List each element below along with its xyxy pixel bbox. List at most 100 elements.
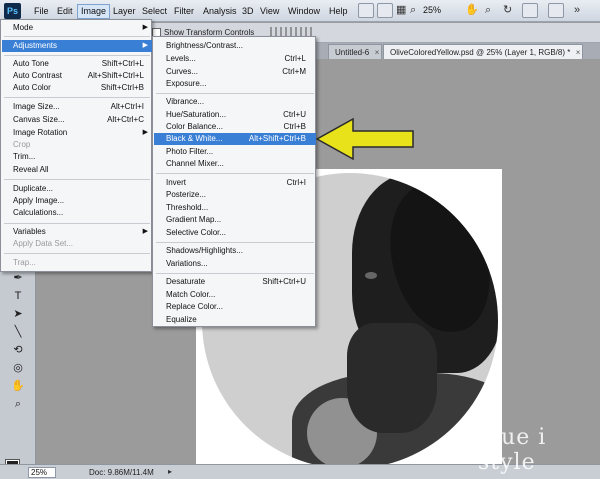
close-icon[interactable]: × bbox=[576, 45, 581, 60]
status-zoom-field[interactable]: 25% bbox=[28, 467, 56, 478]
menu-item-variables[interactable]: Variables ▶ bbox=[2, 226, 152, 238]
menu-item-image-size[interactable]: Image Size... Alt+Ctrl+I bbox=[2, 101, 152, 113]
path-selection-tool-icon[interactable]: ➤ bbox=[8, 307, 28, 322]
menu-item-match-color[interactable]: Match Color... bbox=[154, 289, 316, 301]
menu-item-apply-data-set: Apply Data Set... bbox=[2, 238, 152, 250]
menu-item-auto-tone[interactable]: Auto Tone Shift+Ctrl+L bbox=[2, 58, 152, 70]
menu-item-posterize[interactable]: Posterize... bbox=[154, 189, 316, 201]
menu-3d[interactable]: 3D bbox=[239, 4, 257, 19]
menu-item-brightness-contrast[interactable]: Brightness/Contrast... bbox=[154, 40, 316, 52]
menu-item-color-balance[interactable]: Color Balance... Ctrl+B bbox=[154, 121, 316, 133]
shortcut: Alt+Ctrl+C bbox=[107, 115, 144, 124]
menu-filter[interactable]: Filter bbox=[171, 4, 197, 19]
menu-item-calculations[interactable]: Calculations... bbox=[2, 207, 152, 219]
hand-tool-icon[interactable]: ✋ bbox=[465, 4, 479, 16]
mini-bridge-button[interactable] bbox=[377, 3, 393, 18]
menu-item-reveal-all[interactable]: Reveal All bbox=[2, 164, 152, 176]
menu-view[interactable]: View bbox=[257, 4, 282, 19]
hand-tool-icon[interactable]: ✋ bbox=[8, 379, 28, 394]
menu-item-desaturate[interactable]: Desaturate Shift+Ctrl+U bbox=[154, 276, 316, 288]
menu-window[interactable]: Window bbox=[285, 4, 323, 19]
label: Variables bbox=[13, 227, 46, 236]
label: Duplicate... bbox=[13, 184, 54, 193]
label: Trim... bbox=[13, 152, 36, 161]
photoshop-logo: Ps bbox=[4, 3, 21, 19]
label: Trap... bbox=[13, 258, 36, 267]
menu-item-trim[interactable]: Trim... bbox=[2, 151, 152, 163]
screen-mode-button[interactable] bbox=[548, 3, 564, 18]
line-tool-icon[interactable]: ╲ bbox=[8, 325, 28, 340]
menu-item-invert[interactable]: Invert Ctrl+I bbox=[154, 177, 316, 189]
arrange-documents-button[interactable] bbox=[522, 3, 538, 18]
menu-item-auto-color[interactable]: Auto Color Shift+Ctrl+B bbox=[2, 82, 152, 94]
label: Adjustments bbox=[13, 41, 58, 50]
menu-item-gradient-map[interactable]: Gradient Map... bbox=[154, 214, 316, 226]
label: Reveal All bbox=[13, 165, 49, 174]
menu-help[interactable]: Help bbox=[326, 4, 351, 19]
label: Color Balance... bbox=[166, 122, 223, 131]
menu-item-selective-color[interactable]: Selective Color... bbox=[154, 227, 316, 239]
menu-layer[interactable]: Layer bbox=[110, 4, 139, 19]
menu-item-threshold[interactable]: Threshold... bbox=[154, 202, 316, 214]
type-tool-icon[interactable]: T bbox=[8, 289, 28, 304]
label: Levels... bbox=[166, 54, 196, 63]
label: Variations... bbox=[166, 259, 208, 268]
menu-item-hue-saturation[interactable]: Hue/Saturation... Ctrl+U bbox=[154, 109, 316, 121]
shortcut: Shift+Ctrl+L bbox=[101, 59, 144, 68]
menu-item-curves[interactable]: Curves... Ctrl+M bbox=[154, 66, 316, 78]
rotate-view-icon[interactable]: ↻ bbox=[503, 4, 512, 16]
workspace-menu-icon[interactable]: » bbox=[574, 4, 580, 16]
zoom-tool-icon[interactable]: ⌕ bbox=[485, 4, 491, 16]
menu-item-auto-contrast[interactable]: Auto Contrast Alt+Shift+Ctrl+L bbox=[2, 70, 152, 82]
menu-item-replace-color[interactable]: Replace Color... bbox=[154, 301, 316, 313]
menu-select[interactable]: Select bbox=[139, 4, 170, 19]
menu-item-photo-filter[interactable]: Photo Filter... bbox=[154, 146, 316, 158]
tab-untitled-6[interactable]: Untitled-6 × bbox=[328, 44, 383, 60]
menu-item-mode[interactable]: Mode ▶ bbox=[2, 22, 152, 34]
dog-muzzle bbox=[347, 323, 437, 433]
separator bbox=[4, 97, 150, 98]
pen-tool-icon[interactable]: ✒ bbox=[8, 271, 28, 286]
bridge-button[interactable] bbox=[358, 3, 374, 18]
shortcut: Ctrl+M bbox=[282, 67, 306, 76]
label: Invert bbox=[166, 178, 187, 187]
zoom-level[interactable]: 25% bbox=[423, 5, 441, 15]
menu-item-exposure[interactable]: Exposure... bbox=[154, 78, 316, 90]
label: Desaturate bbox=[166, 277, 206, 286]
3d-orbit-tool-icon[interactable]: ◎ bbox=[8, 361, 28, 376]
menu-file[interactable]: File bbox=[31, 4, 52, 19]
menu-item-apply-image[interactable]: Apply Image... bbox=[2, 195, 152, 207]
menu-item-channel-mixer[interactable]: Channel Mixer... bbox=[154, 158, 316, 170]
separator bbox=[4, 36, 150, 37]
menu-item-canvas-size[interactable]: Canvas Size... Alt+Ctrl+C bbox=[2, 114, 152, 126]
label: Auto Tone bbox=[13, 59, 49, 68]
label: Exposure... bbox=[166, 79, 207, 88]
submenu-arrow-icon: ▶ bbox=[142, 24, 148, 31]
zoom-dropdown-icon[interactable]: ⌕ bbox=[410, 4, 416, 16]
menu-item-adjustments[interactable]: Adjustments ▶ bbox=[2, 40, 152, 52]
3d-rotate-tool-icon[interactable]: ⟲ bbox=[8, 343, 28, 358]
menu-item-crop: Crop bbox=[2, 139, 152, 151]
menu-item-duplicate[interactable]: Duplicate... bbox=[2, 183, 152, 195]
menu-item-image-rotation[interactable]: Image Rotation ▶ bbox=[2, 127, 152, 139]
tab-olive-colored-yellow[interactable]: OliveColoredYellow.psd @ 25% (Layer 1, R… bbox=[383, 44, 584, 60]
label: Apply Image... bbox=[13, 196, 65, 205]
label: Match Color... bbox=[166, 290, 216, 299]
menu-image[interactable]: Image bbox=[77, 4, 111, 19]
close-icon[interactable]: × bbox=[375, 45, 380, 60]
shortcut: Ctrl+L bbox=[284, 54, 306, 63]
shortcut: Shift+Ctrl+B bbox=[100, 83, 144, 92]
menu-item-levels[interactable]: Levels... Ctrl+L bbox=[154, 53, 316, 65]
menu-analysis[interactable]: Analysis bbox=[200, 4, 240, 19]
status-menu-arrow-icon[interactable]: ▸ bbox=[168, 467, 172, 476]
image-menu: Mode ▶ Adjustments ▶ Auto Tone Shift+Ctrl+L… bbox=[0, 19, 152, 272]
menu-edit[interactable]: Edit bbox=[54, 4, 76, 19]
menu-item-vibrance[interactable]: Vibrance... bbox=[154, 96, 316, 108]
zoom-tool-icon[interactable]: ⌕ bbox=[8, 397, 28, 412]
extras-icon[interactable]: ▦ bbox=[396, 4, 406, 16]
menu-item-shadows-highlights[interactable]: Shadows/Highlights... bbox=[154, 245, 316, 257]
menu-item-black-white[interactable]: Black & White... Alt+Shift+Ctrl+B bbox=[154, 133, 316, 145]
menu-item-variations[interactable]: Variations... bbox=[154, 258, 316, 270]
document-size: Doc: 9.86M/11.4M bbox=[89, 468, 154, 477]
menu-item-equalize[interactable]: Equalize bbox=[154, 314, 316, 326]
